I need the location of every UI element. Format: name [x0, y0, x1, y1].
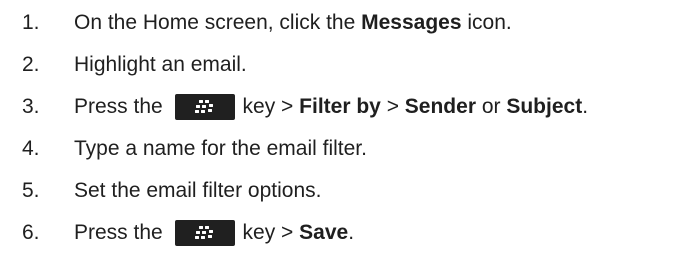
step-text: Press the key > Filter by > Sender or Su… — [74, 94, 588, 120]
step-text-part: or — [476, 95, 507, 118]
step-text-part: On the Home screen, click the — [74, 11, 362, 34]
step-text: On the Home screen, click the Messages i… — [74, 11, 512, 35]
step-text-part: Press the — [74, 95, 169, 118]
blackberry-logo-icon — [194, 226, 213, 239]
step-text-part: key > — [242, 95, 300, 118]
step-number: 1. — [22, 11, 40, 34]
step-text: Highlight an email. — [74, 53, 247, 76]
step-text: Type a name for the email filter. — [74, 137, 367, 160]
step-text: Set the email filter options. — [74, 179, 322, 202]
step-number: 4. — [22, 137, 40, 160]
step-number: 2. — [22, 53, 40, 76]
messages-label: Messages — [361, 11, 462, 34]
step-text-part: Press the — [74, 221, 169, 244]
step-text-part: . — [582, 95, 589, 118]
step-number: 5. — [22, 179, 40, 202]
save-label: Save — [299, 221, 349, 244]
blackberry-menu-key-icon — [174, 220, 235, 246]
step-text-part: > — [380, 95, 405, 118]
subject-label: Subject — [506, 95, 583, 118]
blackberry-logo-icon — [194, 100, 213, 113]
step-number: 6. — [22, 221, 40, 244]
blackberry-menu-key-icon — [174, 94, 235, 120]
step-text-part: . — [348, 221, 355, 244]
step-text: Press the key > Save . — [74, 220, 354, 246]
sender-label: Sender — [404, 95, 476, 118]
instruction-steps: 1. On the Home screen, click the Message… — [0, 0, 679, 259]
filter-by-label: Filter by — [299, 95, 381, 118]
step-text-part: icon. — [461, 11, 512, 34]
step-number: 3. — [22, 95, 40, 118]
step-text-part: key > — [242, 221, 300, 244]
